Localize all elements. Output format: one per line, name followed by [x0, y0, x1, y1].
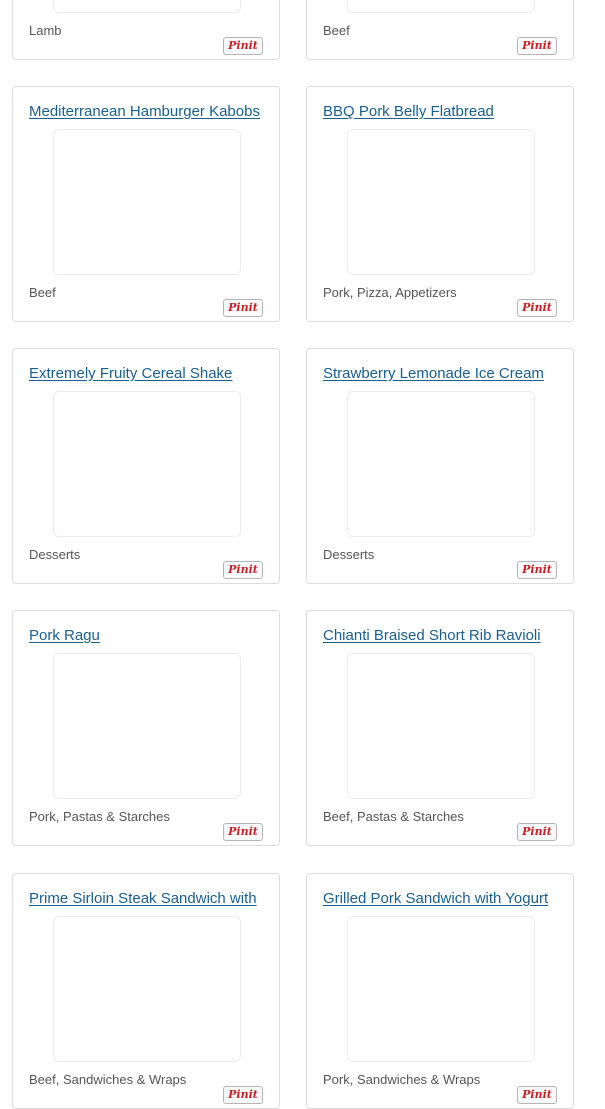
- recipe-card: Prime Sirloin Steak Sandwich with Beef, …: [12, 873, 280, 1109]
- recipe-card: Grilled Pork Sandwich with Yogurt Pork, …: [306, 873, 574, 1109]
- pinit-button[interactable]: Pinit: [223, 299, 263, 317]
- recipe-category: Pork, Pastas & Starches: [29, 809, 170, 824]
- recipe-title-link[interactable]: Pork Ragu: [29, 627, 265, 645]
- pinit-button[interactable]: Pinit: [517, 561, 557, 579]
- pinit-button[interactable]: Pinit: [223, 1086, 263, 1104]
- recipe-thumbnail[interactable]: [347, 129, 535, 275]
- recipe-thumbnail[interactable]: [347, 0, 535, 13]
- recipe-card: Extremely Fruity Cereal Shake Desserts P…: [12, 348, 280, 584]
- recipe-card: Lamb Pinit: [12, 0, 280, 60]
- pinit-button[interactable]: Pinit: [517, 823, 557, 841]
- recipe-title-link[interactable]: Prime Sirloin Steak Sandwich with: [29, 890, 265, 908]
- recipe-thumbnail[interactable]: [53, 653, 241, 799]
- recipe-category: Lamb: [29, 23, 62, 38]
- recipe-thumbnail[interactable]: [53, 129, 241, 275]
- recipe-thumbnail[interactable]: [347, 391, 535, 537]
- recipe-card: Chianti Braised Short Rib Ravioli Beef, …: [306, 610, 574, 846]
- pinit-button[interactable]: Pinit: [223, 561, 263, 579]
- pinit-button[interactable]: Pinit: [517, 1086, 557, 1104]
- recipe-title-link[interactable]: Chianti Braised Short Rib Ravioli: [323, 627, 559, 645]
- recipe-title-link[interactable]: Strawberry Lemonade Ice Cream: [323, 365, 559, 383]
- recipe-card: Mediterranean Hamburger Kabobs Beef Pini…: [12, 86, 280, 322]
- recipe-category: Pork, Sandwiches & Wraps: [323, 1072, 481, 1087]
- recipe-thumbnail[interactable]: [53, 0, 241, 13]
- recipe-title-link[interactable]: Grilled Pork Sandwich with Yogurt: [323, 890, 559, 908]
- recipe-card: Beef Pinit: [306, 0, 574, 60]
- recipe-thumbnail[interactable]: [347, 653, 535, 799]
- recipe-thumbnail[interactable]: [347, 916, 535, 1062]
- recipe-category: Pork, Pizza, Appetizers: [323, 285, 457, 300]
- recipe-card: Pork Ragu Pork, Pastas & Starches Pinit: [12, 610, 280, 846]
- recipe-category: Beef, Sandwiches & Wraps: [29, 1072, 187, 1087]
- pinit-button[interactable]: Pinit: [517, 299, 557, 317]
- recipe-title-link[interactable]: Mediterranean Hamburger Kabobs: [29, 103, 265, 121]
- recipe-title-link[interactable]: BBQ Pork Belly Flatbread: [323, 103, 559, 121]
- recipe-thumbnail[interactable]: [53, 391, 241, 537]
- recipe-card: BBQ Pork Belly Flatbread Pork, Pizza, Ap…: [306, 86, 574, 322]
- recipe-title-link[interactable]: Extremely Fruity Cereal Shake: [29, 365, 265, 383]
- recipe-category: Beef: [29, 285, 56, 300]
- recipe-card: Strawberry Lemonade Ice Cream Desserts P…: [306, 348, 574, 584]
- recipe-category: Beef: [323, 23, 350, 38]
- recipe-category: Desserts: [323, 547, 375, 562]
- pinit-button[interactable]: Pinit: [223, 823, 263, 841]
- recipe-category: Beef, Pastas & Starches: [323, 809, 464, 824]
- recipe-thumbnail[interactable]: [53, 916, 241, 1062]
- pinit-button[interactable]: Pinit: [517, 37, 557, 55]
- pinit-button[interactable]: Pinit: [223, 37, 263, 55]
- recipe-category: Desserts: [29, 547, 81, 562]
